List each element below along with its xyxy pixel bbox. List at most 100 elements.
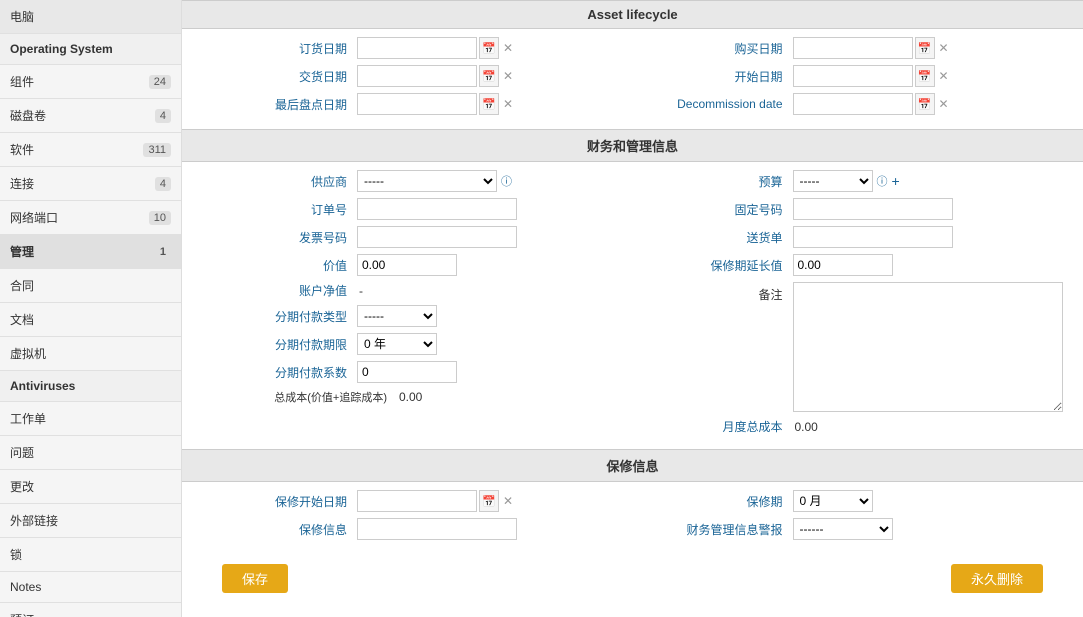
sidebar-item-software[interactable]: 软件 311	[0, 133, 181, 167]
decommission-date-clear-btn[interactable]: ✕	[939, 97, 949, 111]
last-inventory-input[interactable]	[357, 93, 477, 115]
budget-row: 预算 ----- ⓘ +	[633, 170, 1069, 192]
invoice-no-label: 发票号码	[197, 229, 357, 246]
purchase-date-calendar-icon[interactable]: 📅	[915, 37, 935, 59]
installment-period-select[interactable]: 0 年	[357, 333, 437, 355]
save-button[interactable]: 保存	[222, 564, 288, 593]
installment-type-row: 分期付款类型 -----	[197, 305, 633, 327]
sidebar-label-extlink: 外部链接	[10, 512, 58, 529]
finance-alert-row: 财务管理信息警报 ------	[633, 518, 1069, 540]
sidebar-label-lock: 锁	[10, 546, 22, 563]
sidebar-item-document[interactable]: 文档	[0, 303, 181, 337]
value-input[interactable]	[357, 254, 457, 276]
start-date-clear-btn[interactable]: ✕	[939, 69, 949, 83]
deliver-note-input[interactable]	[793, 226, 953, 248]
total-cost-row: 总成本(价值+追踪成本) 0.00	[197, 389, 633, 405]
fixed-code-input[interactable]	[793, 198, 953, 220]
start-date-row: 开始日期 📅 ✕	[633, 65, 1069, 87]
badge-diskvolume: 4	[155, 109, 171, 123]
warranty-period-row: 保修期 0 月	[633, 490, 1069, 512]
main-content: Asset lifecycle 订货日期 📅 ✕ 交货日期 📅	[182, 0, 1083, 617]
sidebar-item-extlink[interactable]: 外部链接	[0, 504, 181, 538]
supplier-select[interactable]: -----	[357, 170, 497, 192]
sidebar-item-contract[interactable]: 合同	[0, 269, 181, 303]
sidebar-item-prereserve[interactable]: 预订	[0, 603, 181, 617]
action-buttons-row: 保存 永久删除	[182, 554, 1083, 603]
order-date-clear-btn[interactable]: ✕	[503, 41, 513, 55]
sidebar-item-notes[interactable]: Notes	[0, 572, 181, 603]
delivery-date-calendar-icon[interactable]: 📅	[479, 65, 499, 87]
installment-period-label: 分期付款期限	[197, 336, 357, 353]
order-no-input[interactable]	[357, 198, 517, 220]
sidebar-item-vm[interactable]: 虚拟机	[0, 337, 181, 371]
notes-textarea[interactable]	[793, 282, 1063, 412]
account-net-label: 账户净值	[197, 282, 357, 299]
delivery-date-clear-btn[interactable]: ✕	[503, 69, 513, 83]
sidebar-item-change[interactable]: 更改	[0, 470, 181, 504]
fixed-code-row: 固定号码	[633, 198, 1069, 220]
invoice-no-input[interactable]	[357, 226, 517, 248]
supplier-info-icon[interactable]: ⓘ	[501, 173, 512, 189]
sidebar-item-workorder[interactable]: 工作单	[0, 402, 181, 436]
purchase-date-row: 购买日期 📅 ✕	[633, 37, 1069, 59]
start-date-wrapper: 📅 ✕	[793, 65, 949, 87]
last-inventory-label: 最后盘点日期	[197, 96, 357, 113]
delete-button[interactable]: 永久删除	[951, 564, 1043, 593]
decommission-date-label: Decommission date	[633, 97, 793, 111]
last-inventory-clear-btn[interactable]: ✕	[503, 97, 513, 111]
order-date-wrapper: 📅 ✕	[357, 37, 513, 59]
monthly-cost-value: 0.00	[793, 420, 818, 434]
warranty-start-calendar-icon[interactable]: 📅	[479, 490, 499, 512]
order-date-label: 订货日期	[197, 40, 357, 57]
delivery-date-input[interactable]	[357, 65, 477, 87]
order-date-input[interactable]	[357, 37, 477, 59]
start-date-label: 开始日期	[633, 68, 793, 85]
purchase-date-input[interactable]	[793, 37, 913, 59]
sidebar-label-document: 文档	[10, 311, 34, 328]
invoice-no-row: 发票号码	[197, 226, 633, 248]
warranty-start-clear-btn[interactable]: ✕	[503, 494, 513, 508]
warranty-start-input[interactable]	[357, 490, 477, 512]
badge-component: 24	[149, 75, 171, 89]
decommission-date-wrapper: 📅 ✕	[793, 93, 949, 115]
finance-alert-label: 财务管理信息警报	[633, 521, 793, 538]
sidebar-item-component[interactable]: 组件 24	[0, 65, 181, 99]
sidebar-item-os[interactable]: Operating System	[0, 34, 181, 65]
budget-select[interactable]: -----	[793, 170, 873, 192]
sidebar-label-connection: 连接	[10, 175, 34, 192]
installment-factor-input[interactable]	[357, 361, 457, 383]
sidebar-item-issue[interactable]: 问题	[0, 436, 181, 470]
sidebar-label-software: 软件	[10, 141, 34, 158]
sidebar-item-antiviruses[interactable]: Antiviruses	[0, 371, 181, 402]
delivery-date-label: 交货日期	[197, 68, 357, 85]
decommission-date-calendar-icon[interactable]: 📅	[915, 93, 935, 115]
start-date-input[interactable]	[793, 65, 913, 87]
purchase-date-wrapper: 📅 ✕	[793, 37, 949, 59]
finance-alert-select[interactable]: ------	[793, 518, 893, 540]
start-date-calendar-icon[interactable]: 📅	[915, 65, 935, 87]
sidebar-item-diskvolume[interactable]: 磁盘卷 4	[0, 99, 181, 133]
sidebar-label-component: 组件	[10, 73, 34, 90]
purchase-date-clear-btn[interactable]: ✕	[939, 41, 949, 55]
order-date-calendar-icon[interactable]: 📅	[479, 37, 499, 59]
sidebar-item-netport[interactable]: 网络端口 10	[0, 201, 181, 235]
sidebar-item-connection[interactable]: 连接 4	[0, 167, 181, 201]
monthly-cost-label: 月度总成本	[633, 418, 793, 435]
order-no-label: 订单号	[197, 201, 357, 218]
last-inventory-calendar-icon[interactable]: 📅	[479, 93, 499, 115]
sidebar-item-computer[interactable]: 电脑	[0, 0, 181, 34]
sidebar-label-change: 更改	[10, 478, 34, 495]
decommission-date-input[interactable]	[793, 93, 913, 115]
account-net-row: 账户净值 -	[197, 282, 633, 299]
sidebar-label-contract: 合同	[10, 277, 34, 294]
budget-info-icon[interactable]: ⓘ	[877, 173, 888, 189]
sidebar-item-lock[interactable]: 锁	[0, 538, 181, 572]
warranty-ext-input[interactable]	[793, 254, 893, 276]
sidebar-item-manage[interactable]: 管理 1	[0, 235, 181, 269]
delivery-date-row: 交货日期 📅 ✕	[197, 65, 633, 87]
installment-type-select[interactable]: -----	[357, 305, 437, 327]
warranty-info-input[interactable]	[357, 518, 517, 540]
budget-plus-btn[interactable]: +	[892, 173, 900, 189]
asset-lifecycle-form: 订货日期 📅 ✕ 交货日期 📅 ✕ 最后盘点日期	[182, 29, 1083, 129]
warranty-period-select[interactable]: 0 月	[793, 490, 873, 512]
